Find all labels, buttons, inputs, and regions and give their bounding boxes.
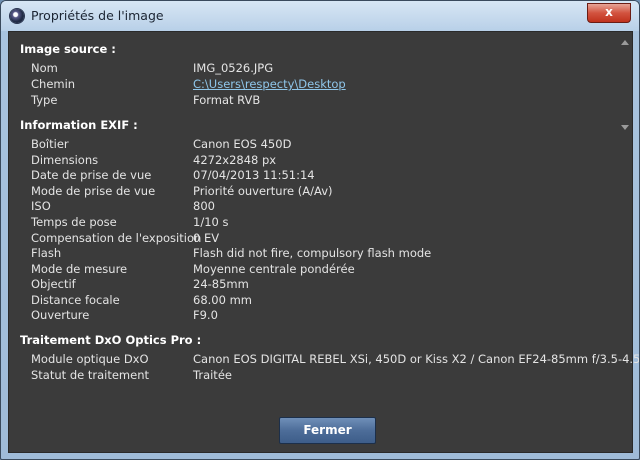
value-iso: 800 [193,199,215,213]
properties-panel: Image source : Nom IMG_0526.JPG Chemin C… [8,31,639,453]
label-date: Date de prise de vue [31,168,152,182]
image-properties-window: Propriétés de l'image x Image source : N… [0,0,640,460]
window-title: Propriétés de l'image [31,8,164,23]
label-iso: ISO [31,199,51,213]
value-statut: Traitée [193,368,232,382]
path-link[interactable]: C:\Users\respecty\Desktop [193,77,346,91]
value-nom: IMG_0526.JPG [193,61,274,75]
value-compensation: 0 EV [193,231,220,245]
value-mode-prise: Priorité ouverture (A/Av) [193,184,333,198]
label-module-optique: Module optique DxO [31,352,149,366]
close-button[interactable]: Fermer [279,417,376,444]
label-mode-prise: Mode de prise de vue [31,184,156,198]
value-module-optique: Canon EOS DIGITAL REBEL XSi, 450D or Kis… [193,352,640,366]
label-temps-pose: Temps de pose [31,215,117,229]
title-bar: Propriétés de l'image x [1,1,639,31]
label-flash: Flash [31,246,62,260]
section-title-dxo: Traitement DxO Optics Pro : [20,333,202,347]
label-dimensions: Dimensions [31,153,99,167]
scroll-down-arrow-icon[interactable] [621,125,629,130]
section-title-image-source: Image source : [20,42,116,56]
label-nom: Nom [31,61,58,75]
value-ouverture: F9.0 [193,308,218,322]
label-statut: Statut de traitement [31,368,149,382]
value-date: 07/04/2013 11:51:14 [193,168,315,182]
value-distance-focale: 68.00 mm [193,293,252,307]
value-dimensions: 4272x2848 px [193,153,277,167]
value-objectif: 24-85mm [193,277,249,291]
section-title-exif: Information EXIF : [20,118,138,132]
label-distance-focale: Distance focale [31,293,120,307]
label-type: Type [31,93,58,107]
label-objectif: Objectif [31,277,76,291]
value-flash: Flash did not fire, compulsory flash mod… [193,246,432,260]
value-mode-mesure: Moyenne centrale pondérée [193,262,355,276]
value-type: Format RVB [193,93,261,107]
label-ouverture: Ouverture [31,308,90,322]
label-boitier: Boîtier [31,137,69,151]
app-icon [10,9,24,23]
label-chemin: Chemin [31,77,76,91]
window-close-button[interactable]: x [587,3,631,23]
scroll-up-arrow-icon[interactable] [621,40,629,45]
label-mode-mesure: Mode de mesure [31,262,128,276]
value-temps-pose: 1/10 s [193,215,229,229]
value-boitier: Canon EOS 450D [193,137,292,151]
label-compensation: Compensation de l'exposition [31,231,202,245]
